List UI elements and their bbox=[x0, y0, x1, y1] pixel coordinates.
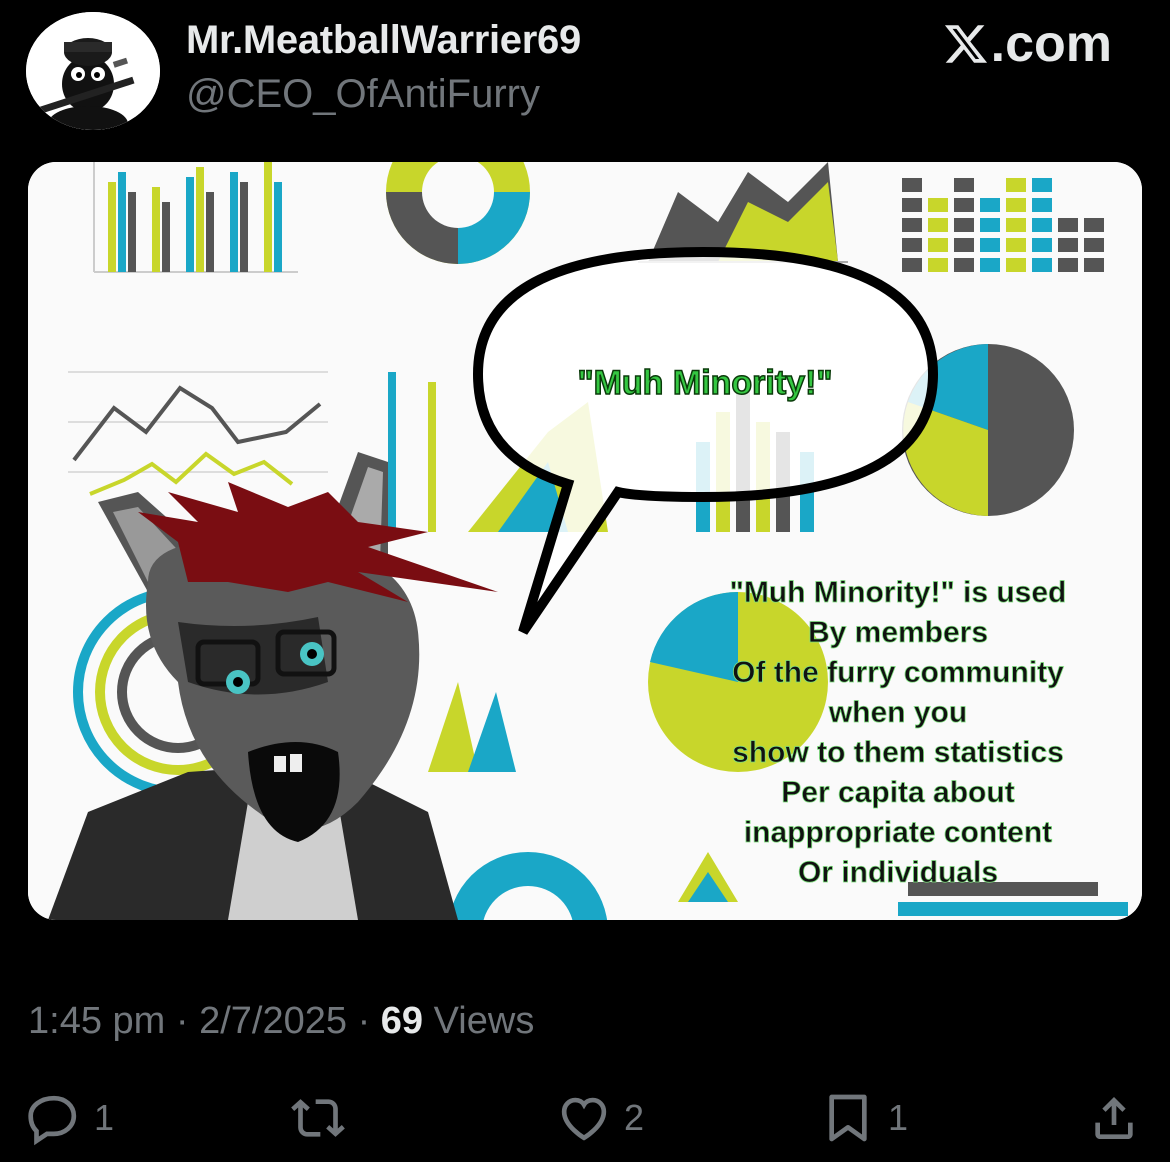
caption-line: when you bbox=[828, 696, 967, 729]
caption-line: inappropriate content bbox=[744, 816, 1052, 849]
post-action-bar: 1 2 1 bbox=[0, 1090, 1170, 1160]
caption-line: Or individuals bbox=[798, 856, 998, 889]
author-display-name[interactable]: Mr.MeatballWarrier69 bbox=[186, 18, 581, 63]
caption-line: Of the furry community bbox=[732, 656, 1064, 689]
like-button[interactable]: 2 bbox=[556, 1090, 644, 1146]
caption-line: "Muh Minority!" is used bbox=[730, 576, 1067, 609]
repost-button[interactable] bbox=[290, 1090, 358, 1146]
like-count: 2 bbox=[624, 1097, 645, 1138]
meta-separator: · bbox=[357, 1000, 371, 1042]
bookmark-button[interactable]: 1 bbox=[820, 1090, 908, 1146]
post-meta: 1:45 pm · 2/7/2025 · 69 Views bbox=[28, 1000, 534, 1043]
heart-icon bbox=[561, 1097, 607, 1141]
share-button[interactable] bbox=[1086, 1090, 1154, 1146]
speech-bubble-text: "Muh Minority!" bbox=[577, 364, 832, 402]
bookmark-count: 1 bbox=[888, 1097, 909, 1138]
views-count: 69 bbox=[380, 1000, 424, 1042]
x-logo-icon bbox=[944, 25, 987, 63]
author-handle[interactable]: @CEO_OfAntiFurry bbox=[186, 72, 540, 117]
cartoon-soldier-avatar-icon bbox=[26, 12, 160, 130]
caption-line: By members bbox=[808, 616, 988, 649]
post-date[interactable]: 2/7/2025 bbox=[199, 1000, 347, 1042]
views-label: Views bbox=[433, 1000, 535, 1042]
meme-illustration: "Muh Minority!" "Muh Minority!" is used B… bbox=[28, 162, 1142, 920]
repost-icon bbox=[291, 1099, 345, 1137]
reply-button[interactable]: 1 bbox=[26, 1090, 114, 1146]
reply-count: 1 bbox=[94, 1097, 115, 1138]
post-time[interactable]: 1:45 pm bbox=[28, 1000, 165, 1042]
author-avatar[interactable] bbox=[26, 12, 160, 130]
background-bar-chart bbox=[93, 162, 298, 273]
caption-line: Per capita about bbox=[781, 776, 1014, 809]
post-media-image[interactable]: "Muh Minority!" "Muh Minority!" is used B… bbox=[28, 162, 1142, 920]
share-icon bbox=[1095, 1097, 1133, 1139]
reply-icon bbox=[28, 1095, 77, 1146]
caption-line: show to them statistics bbox=[732, 736, 1064, 769]
meta-separator: · bbox=[175, 1000, 189, 1042]
site-logo: .com bbox=[943, 14, 1112, 74]
site-label: .com bbox=[990, 15, 1112, 73]
bookmark-icon bbox=[829, 1094, 867, 1142]
